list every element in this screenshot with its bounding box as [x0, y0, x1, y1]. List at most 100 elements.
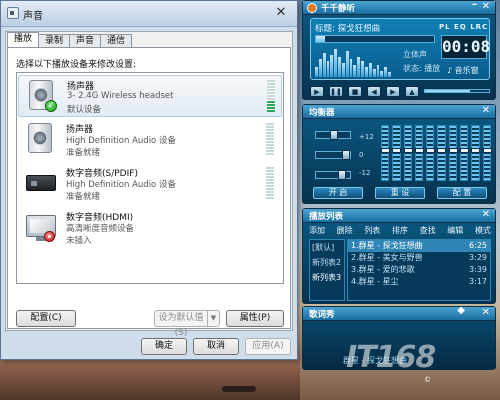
- eq-band[interactable]: [414, 125, 424, 181]
- menu-add[interactable]: 添加: [309, 225, 325, 237]
- eject-icon[interactable]: ▲: [405, 85, 419, 97]
- list-item[interactable]: 数字音频(HDMI) 高清晰度音频设备 未插入: [18, 207, 282, 249]
- player-window: 千千静听 – ✕ 标题: 探戈狂想曲 立体声 状态: 播放 PL EQ LRC …: [302, 0, 496, 100]
- music-window-button[interactable]: ♪ 音乐窗: [447, 65, 479, 76]
- slider-knob[interactable]: [426, 148, 436, 153]
- eq-band[interactable]: [482, 125, 492, 181]
- eq-band[interactable]: [403, 125, 413, 181]
- spectrum-bar: [322, 53, 326, 77]
- player-titlebar[interactable]: 千千静听 – ✕: [303, 0, 495, 15]
- eq-band[interactable]: [392, 125, 402, 181]
- slider-knob[interactable]: [392, 148, 402, 153]
- playlist-group[interactable]: 新列表3: [310, 270, 344, 285]
- lyrics-titlebar[interactable]: 歌词秀 ◆ ✕: [303, 305, 495, 321]
- list-item[interactable]: 数字音频(S/PDIF) High Definition Audio 设备 准备…: [18, 163, 282, 205]
- ttplayer-logo-icon: [307, 3, 317, 13]
- close-icon[interactable]: ✕: [482, 209, 490, 220]
- tab-sounds[interactable]: 声音: [69, 34, 102, 48]
- play-state: 状态: 播放: [403, 64, 441, 73]
- lyrics-menu-icon[interactable]: ◆: [457, 305, 465, 316]
- close-icon[interactable]: ✕: [273, 5, 289, 21]
- menu-list[interactable]: 列表: [364, 225, 380, 237]
- tab-playback[interactable]: 播放: [7, 32, 40, 48]
- close-icon[interactable]: ✕: [482, 1, 490, 12]
- eq-buttons: 开 启 重 设 配 置: [313, 187, 487, 199]
- eq-band[interactable]: [437, 125, 447, 181]
- close-icon[interactable]: ✕: [482, 307, 490, 318]
- menu-mode[interactable]: 模式: [475, 225, 491, 237]
- surround-slider[interactable]: [315, 150, 351, 160]
- menu-delete[interactable]: 删除: [337, 225, 353, 237]
- device-list[interactable]: ✓ 扬声器 3- 2.4G Wireless headset 默认设备 扬声器 …: [16, 72, 284, 284]
- slider-knob[interactable]: [437, 148, 447, 153]
- list-item[interactable]: 2.群星 - 美女与野兽 3:29: [348, 252, 490, 264]
- slider-knob[interactable]: [342, 150, 350, 160]
- dialog-title: 声音: [23, 11, 43, 22]
- slider-knob[interactable]: [414, 148, 424, 153]
- apply-button[interactable]: 应用(A): [245, 338, 291, 355]
- eq-config-button[interactable]: 配 置: [437, 187, 487, 199]
- list-item[interactable]: 1.群星 - 探戈狂想曲 6:25: [348, 240, 490, 252]
- eq-band[interactable]: [426, 125, 436, 181]
- cancel-button[interactable]: 取消: [193, 338, 239, 355]
- slider-knob[interactable]: [460, 148, 470, 153]
- slider-knob[interactable]: [403, 148, 413, 153]
- close-icon[interactable]: ✕: [482, 105, 490, 116]
- previous-icon[interactable]: ◀: [367, 85, 381, 97]
- spectrum-bar: [338, 57, 341, 77]
- track-duration: 3:39: [469, 265, 487, 274]
- stop-icon[interactable]: ■: [348, 85, 362, 97]
- properties-button[interactable]: 属性(P): [226, 310, 284, 327]
- eq-scale-mid: 0: [359, 151, 364, 159]
- pause-icon[interactable]: ❚❚: [329, 85, 343, 97]
- volume-slider[interactable]: [424, 89, 490, 93]
- spectrum-bar: [330, 55, 334, 77]
- balance-slider[interactable]: [315, 130, 351, 140]
- chevron-down-icon[interactable]: ▼: [207, 311, 219, 326]
- tab-communications[interactable]: 通信: [100, 34, 133, 48]
- dialog-titlebar[interactable]: 声音 ✕: [1, 1, 297, 27]
- speaker-icon: ✓: [27, 80, 57, 112]
- ok-button[interactable]: 确定: [141, 338, 187, 355]
- spectrum-bar: [361, 61, 364, 77]
- list-item[interactable]: 3.群星 - 爱的悲歌 3:39: [348, 264, 490, 276]
- playlist-group[interactable]: 新列表2: [310, 255, 344, 270]
- menu-edit[interactable]: 编辑: [447, 225, 463, 237]
- slider-knob[interactable]: [448, 148, 458, 153]
- slider-knob[interactable]: [482, 148, 492, 153]
- window-toggles[interactable]: PL EQ LRC: [439, 23, 488, 31]
- eq-band[interactable]: [381, 125, 390, 181]
- eq-band[interactable]: [471, 125, 481, 181]
- slider-knob[interactable]: [330, 130, 338, 140]
- spdif-device-icon: [26, 167, 56, 199]
- seek-bar[interactable]: [315, 35, 435, 43]
- spectrum-bar: [341, 63, 345, 77]
- eq-reset-button[interactable]: 重 设: [375, 187, 425, 199]
- spectrum-bar: [368, 63, 372, 77]
- slider-knob[interactable]: [381, 148, 390, 153]
- list-item[interactable]: ✓ 扬声器 3- 2.4G Wireless headset 默认设备: [18, 75, 282, 117]
- eq-band[interactable]: [460, 125, 470, 181]
- eq-band[interactable]: [448, 125, 458, 181]
- minimize-icon[interactable]: –: [472, 0, 477, 10]
- playlist-group[interactable]: [默认]: [310, 240, 344, 255]
- menu-find[interactable]: 查找: [420, 225, 436, 237]
- list-item[interactable]: 扬声器 High Definition Audio 设备 准备就绪: [18, 119, 282, 161]
- menu-sort[interactable]: 排序: [392, 225, 408, 237]
- configure-button[interactable]: 配置(C): [16, 310, 76, 327]
- check-icon: ✓: [45, 100, 57, 112]
- set-default-button[interactable]: 设为默认值(S) ▼: [154, 310, 220, 338]
- equalizer-titlebar[interactable]: 均衡器 ✕: [303, 105, 495, 119]
- song-title: 标题: 探戈狂想曲: [315, 24, 381, 34]
- tab-recording[interactable]: 录制: [38, 34, 71, 48]
- device-status: 准备就绪: [66, 148, 101, 158]
- list-item[interactable]: 4.群星 - 星尘 3:17: [348, 276, 490, 288]
- slider-knob[interactable]: [471, 148, 481, 153]
- slider-knob[interactable]: [338, 170, 346, 180]
- playlist-titlebar[interactable]: 播放列表 ✕: [303, 209, 495, 223]
- next-icon[interactable]: ▶: [386, 85, 400, 97]
- track-duration: 6:25: [469, 241, 487, 250]
- play-icon[interactable]: ▶: [310, 85, 324, 97]
- preamp-slider[interactable]: [315, 170, 351, 180]
- eq-enable-button[interactable]: 开 启: [313, 187, 363, 199]
